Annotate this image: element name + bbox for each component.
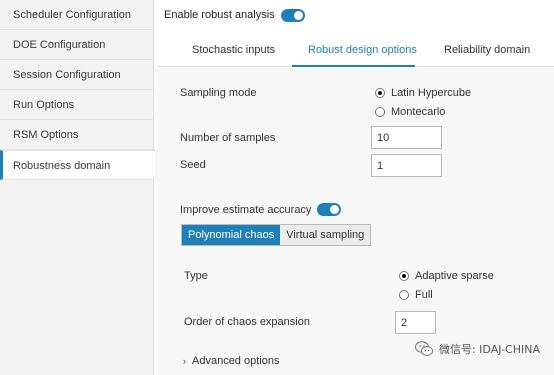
enable-robust-analysis-row: Enable robust analysis: [164, 7, 305, 23]
number-of-samples-label: Number of samples: [180, 132, 276, 144]
order-of-chaos-expansion-input[interactable]: [395, 311, 436, 334]
enable-robust-analysis-label: Enable robust analysis: [164, 9, 275, 21]
radio-circle: [399, 271, 409, 281]
sidebar-item-rsm-options[interactable]: RSM Options: [0, 120, 153, 150]
number-of-samples-input[interactable]: [371, 126, 442, 149]
watermark: 微信号: IDAJ-CHINA: [414, 341, 540, 357]
radio-full[interactable]: Full: [399, 289, 433, 301]
type-label: Type: [184, 270, 208, 282]
advanced-options-expander[interactable]: › Advanced options: [183, 355, 279, 367]
seed-label: Seed: [180, 159, 206, 171]
chevron-right-icon: ›: [183, 356, 186, 366]
radio-label: Full: [415, 289, 433, 301]
seed-input[interactable]: [371, 154, 442, 177]
watermark-text: 微信号: IDAJ-CHINA: [438, 343, 540, 356]
active-tab-indicator: [292, 65, 415, 67]
estimate-method-segmented-control: Polynomial chaos Virtual sampling: [181, 224, 372, 246]
radio-circle: [375, 107, 385, 117]
toggle-knob: [293, 10, 303, 20]
radio-circle: [375, 88, 385, 98]
radio-circle: [399, 290, 409, 300]
sidebar-item-session-configuration[interactable]: Session Configuration: [0, 60, 153, 90]
tab-reliability-domain[interactable]: Reliability domain: [444, 44, 530, 56]
advanced-options-label: Advanced options: [192, 355, 280, 367]
wechat-icon: [414, 341, 433, 357]
sidebar-item-scheduler-configuration[interactable]: Scheduler Configuration: [0, 0, 153, 30]
sidebar-item-robustness-domain[interactable]: Robustness domain: [0, 150, 155, 180]
radio-adaptive-sparse[interactable]: Adaptive sparse: [399, 270, 494, 282]
segment-polynomial-chaos[interactable]: Polynomial chaos: [182, 225, 281, 245]
improve-estimate-accuracy-toggle[interactable]: [317, 203, 341, 216]
sidebar-item-run-options[interactable]: Run Options: [0, 90, 153, 120]
radio-label: Montecarlo: [391, 106, 446, 118]
enable-robust-analysis-toggle[interactable]: [280, 8, 305, 22]
tab-stochastic-inputs[interactable]: Stochastic inputs: [192, 44, 275, 56]
improve-estimate-accuracy-label: Improve estimate accuracy: [180, 204, 312, 216]
robust-design-options-panel: Sampling mode Latin Hypercube Montecarlo…: [155, 68, 554, 375]
toggle-knob: [330, 205, 339, 214]
main-content: Enable robust analysis Stochastic inputs…: [155, 0, 554, 375]
radio-label: Latin Hypercube: [391, 87, 472, 99]
radio-latin-hypercube[interactable]: Latin Hypercube: [375, 87, 471, 99]
segment-virtual-sampling[interactable]: Virtual sampling: [280, 225, 371, 245]
order-of-chaos-expansion-label: Order of chaos expansion: [184, 316, 310, 328]
tab-bar: Stochastic inputs Robust design options …: [158, 31, 554, 67]
radio-label: Adaptive sparse: [415, 270, 494, 282]
tab-robust-design-options[interactable]: Robust design options: [308, 44, 417, 56]
sidebar-item-doe-configuration[interactable]: DOE Configuration: [0, 30, 153, 60]
radio-montecarlo[interactable]: Montecarlo: [375, 106, 445, 118]
sidebar: Scheduler Configuration DOE Configuratio…: [0, 0, 155, 375]
sampling-mode-label: Sampling mode: [180, 87, 257, 99]
